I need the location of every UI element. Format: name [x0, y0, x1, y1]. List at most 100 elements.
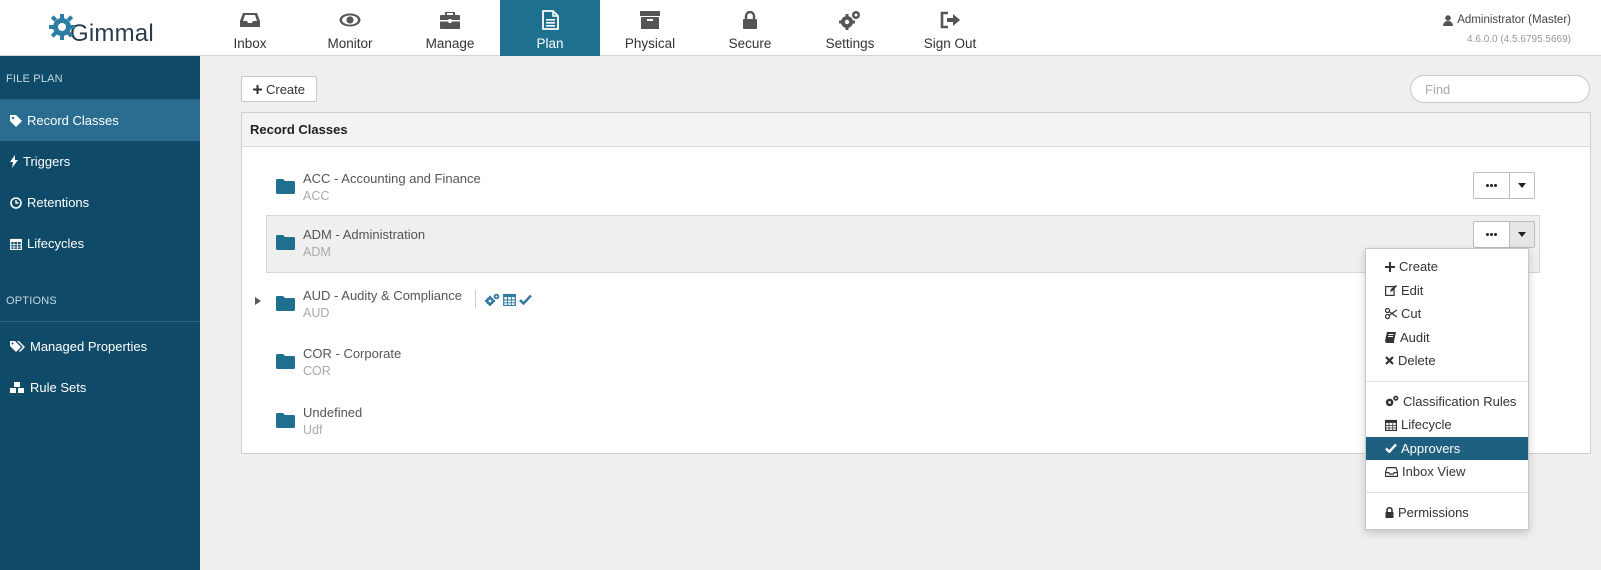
menu-item-approvers[interactable]: Approvers: [1366, 436, 1528, 460]
record-class-code: Udf: [303, 423, 323, 437]
folder-icon: [276, 413, 295, 428]
calendar-icon: [503, 293, 516, 306]
folder-icon: [276, 296, 295, 311]
folder-icon: [276, 179, 295, 194]
nav-label: Physical: [624, 36, 676, 51]
sidebar: FILE PLAN Record Classes Triggers Retent…: [0, 56, 200, 570]
menu-item-create[interactable]: Create: [1366, 255, 1528, 279]
record-class-name[interactable]: COR - Corporate: [303, 346, 401, 361]
row-actions-dropdown-menu: Create Edit Cut Audit Delete Classificat…: [1365, 248, 1529, 530]
more-actions-button[interactable]: [1473, 221, 1510, 248]
nav-label: Manage: [425, 36, 475, 51]
expand-caret-icon[interactable]: [255, 297, 261, 305]
app-version: 4.6.0.0 (4.5.6795.5669): [1467, 34, 1571, 45]
panel-title: Record Classes: [242, 113, 1590, 147]
menu-item-label: Edit: [1401, 282, 1424, 298]
record-class-row-selected[interactable]: ADM - Administration ADM: [266, 215, 1540, 273]
sidebar-item-retentions[interactable]: Retentions: [0, 182, 200, 223]
nav-physical[interactable]: Physical: [600, 0, 700, 56]
times-icon: [1385, 356, 1394, 366]
sidebar-item-rule-sets[interactable]: Rule Sets: [0, 367, 200, 408]
record-class-row[interactable]: AUD - Audity & Compliance AUD: [255, 276, 1540, 334]
menu-item-label: Inbox View: [1402, 464, 1466, 480]
check-icon: [1385, 443, 1397, 454]
sign-out-icon: [940, 10, 960, 30]
nav-plan[interactable]: Plan: [500, 0, 600, 56]
menu-item-label: Permissions: [1398, 504, 1469, 520]
lock-icon: [1385, 506, 1394, 518]
caret-down-icon: [1518, 183, 1526, 188]
scissors-icon: [1385, 308, 1397, 320]
menu-divider: [1366, 491, 1528, 493]
book-icon: [1385, 331, 1396, 343]
sidebar-section-file-plan: FILE PLAN: [0, 56, 200, 100]
record-class-row[interactable]: COR - Corporate COR: [266, 334, 1540, 392]
menu-item-cut[interactable]: Cut: [1366, 302, 1528, 326]
calendar-icon: [10, 238, 22, 250]
find-input[interactable]: [1410, 75, 1590, 103]
archive-box-icon: [640, 10, 660, 30]
nav-sign-out[interactable]: Sign Out: [900, 0, 1000, 56]
menu-item-permissions[interactable]: Permissions: [1366, 501, 1528, 525]
more-actions-button[interactable]: [1473, 172, 1510, 199]
nav-manage[interactable]: Manage: [400, 0, 500, 56]
ellipsis-icon: [1486, 184, 1497, 187]
sidebar-section-options: OPTIONS: [0, 278, 200, 322]
calendar-icon: [1385, 419, 1397, 431]
row-actions: [1473, 221, 1535, 248]
row-actions: [1473, 172, 1535, 199]
bolt-icon: [10, 155, 18, 168]
sidebar-item-triggers[interactable]: Triggers: [0, 141, 200, 182]
document-icon: [541, 10, 559, 30]
edit-icon: [1385, 284, 1397, 296]
nav-monitor[interactable]: Monitor: [300, 0, 400, 56]
menu-item-lifecycle[interactable]: Lifecycle: [1366, 413, 1528, 437]
user-icon: [1443, 14, 1454, 26]
sidebar-item-managed-properties[interactable]: Managed Properties: [0, 326, 200, 367]
menu-item-label: Classification Rules: [1403, 393, 1517, 409]
gimmal-logo[interactable]: Gimmal: [48, 10, 154, 50]
menu-item-delete[interactable]: Delete: [1366, 349, 1528, 373]
record-class-code: COR: [303, 364, 331, 378]
record-class-name[interactable]: Undefined: [303, 405, 362, 420]
inbox-icon: [1385, 466, 1398, 477]
sidebar-item-record-classes[interactable]: Record Classes: [0, 100, 200, 141]
nav-secure[interactable]: Secure: [700, 0, 800, 56]
nav-label: Secure: [728, 36, 772, 51]
menu-divider: [1366, 380, 1528, 382]
cubes-icon: [10, 381, 25, 394]
gears-icon: [485, 293, 500, 306]
briefcase-icon: [440, 10, 460, 30]
user-menu[interactable]: Administrator (Master): [1443, 14, 1571, 26]
folder-icon: [276, 235, 295, 250]
dropdown-toggle-button[interactable]: [1510, 221, 1535, 248]
menu-item-label: Cut: [1401, 306, 1422, 322]
record-class-row[interactable]: ACC - Accounting and Finance ACC: [266, 159, 1540, 217]
caret-down-icon: [1518, 232, 1526, 237]
nav-inbox[interactable]: Inbox: [200, 0, 300, 56]
inbox-icon: [240, 10, 260, 30]
check-icon: [519, 294, 532, 305]
row-status-icons: [475, 290, 532, 308]
menu-item-label: Delete: [1398, 353, 1436, 369]
main-nav: Inbox Monitor Manage Plan Physical Secur…: [200, 0, 1000, 56]
gears-icon: [839, 10, 861, 30]
menu-item-audit[interactable]: Audit: [1366, 326, 1528, 350]
menu-item-inbox-view[interactable]: Inbox View: [1366, 460, 1528, 484]
dropdown-toggle-button[interactable]: [1510, 172, 1535, 199]
menu-item-edit[interactable]: Edit: [1366, 279, 1528, 303]
record-class-name[interactable]: ADM - Administration: [303, 227, 425, 242]
record-class-name[interactable]: AUD - Audity & Compliance: [303, 288, 462, 303]
menu-item-classification-rules[interactable]: Classification Rules: [1366, 390, 1528, 414]
nav-settings[interactable]: Settings: [800, 0, 900, 56]
eye-icon: [339, 10, 361, 30]
create-button[interactable]: Create: [241, 76, 317, 102]
sidebar-item-label: Triggers: [23, 154, 71, 169]
sidebar-item-lifecycles[interactable]: Lifecycles: [0, 223, 200, 264]
clock-icon: [10, 196, 22, 209]
record-class-name[interactable]: ACC - Accounting and Finance: [303, 171, 481, 186]
menu-item-label: Audit: [1400, 329, 1430, 345]
sidebar-item-label: Retentions: [27, 195, 90, 210]
nav-label: Sign Out: [923, 36, 977, 51]
record-class-row[interactable]: Undefined Udf: [266, 393, 1540, 451]
